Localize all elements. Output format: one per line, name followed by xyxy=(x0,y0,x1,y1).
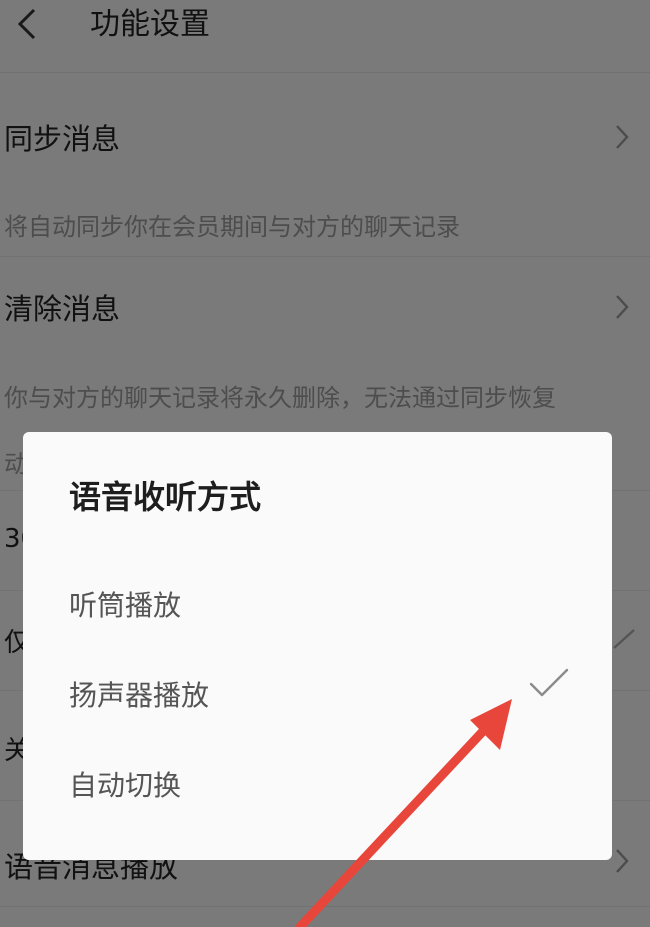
voice-listening-mode-dialog: 语音收听方式 听筒播放 扬声器播放 自动切换 xyxy=(23,432,612,860)
option-label: 扬声器播放 xyxy=(69,679,210,712)
option-label: 听筒播放 xyxy=(69,589,182,622)
option-speaker[interactable]: 扬声器播放 xyxy=(23,650,612,734)
dialog-title: 语音收听方式 xyxy=(69,478,262,516)
option-earpiece[interactable]: 听筒播放 xyxy=(23,560,612,644)
option-auto-switch[interactable]: 自动切换 xyxy=(23,740,612,824)
check-icon xyxy=(527,664,571,704)
screen: 功能设置 同步消息 将自动同步你在会员期间与对方的聊天记录 清除消息 你与对方的… xyxy=(0,0,650,927)
option-label: 自动切换 xyxy=(69,769,182,802)
